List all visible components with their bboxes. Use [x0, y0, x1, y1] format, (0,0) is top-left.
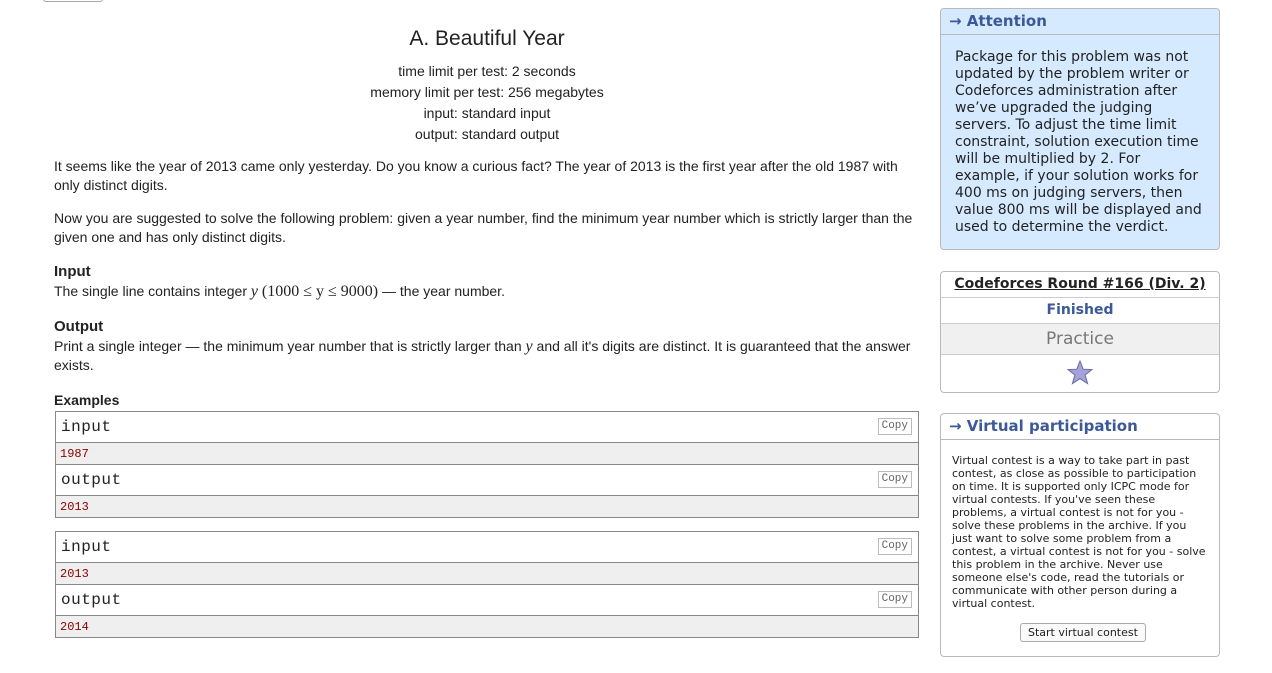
legend-paragraph-1: It seems like the year of 2013 came only…	[54, 158, 898, 193]
virtual-title: → Virtual participation	[941, 414, 1219, 440]
problem-header: A. Beautiful Year time limit per test: 2…	[54, 27, 920, 145]
input-specification: The single line contains integer y (1000…	[54, 282, 920, 301]
copy-input-button[interactable]: Copy	[877, 538, 912, 555]
problem-title: A. Beautiful Year	[409, 27, 565, 50]
example-input-header: input Copy	[56, 532, 918, 563]
start-virtual-contest-button[interactable]: Start virtual contest	[1020, 623, 1146, 642]
example-input-body: 2013	[56, 563, 918, 585]
examples-title: Examples	[54, 392, 120, 408]
time-limit: time limit per test: 2 seconds	[398, 63, 576, 79]
example-output-value: 2014	[60, 620, 89, 634]
legend-paragraph-2: Now you are suggested to solve the follo…	[54, 210, 913, 245]
example-input-header: input Copy	[56, 412, 918, 443]
contest-status: Finished	[941, 298, 1219, 324]
input-label: input	[61, 538, 112, 556]
output-label: output	[61, 471, 122, 489]
example-input-value: 2013	[60, 567, 89, 581]
output-section-title: Output	[54, 318, 104, 335]
input-variable: y	[250, 283, 259, 300]
favourite-star-button[interactable]	[941, 355, 1219, 391]
output-specification: Print a single integer — the minimum yea…	[54, 337, 920, 375]
input-text-after: — the year number.	[378, 283, 505, 299]
output-text-before: Print a single integer — the minimum yea…	[54, 338, 526, 354]
example-2: input Copy 2013 output Copy 2014	[55, 531, 919, 638]
memory-limit: memory limit per test: 256 megabytes	[370, 84, 604, 100]
input-range: (1000 ≤ y ≤ 9000)	[261, 283, 379, 300]
input-file: input: standard input	[423, 105, 551, 121]
example-1: input Copy 1987 output Copy 2013	[55, 411, 919, 518]
attention-title: → Attention	[941, 9, 1219, 35]
star-icon	[1067, 360, 1093, 385]
output-file: output: standard output	[415, 126, 559, 142]
virtual-text: Virtual contest is a way to take part in…	[952, 454, 1206, 610]
example-output-header: output Copy	[56, 585, 918, 616]
output-label: output	[61, 591, 122, 609]
example-input-body: 1987	[56, 443, 918, 465]
attention-box: → Attention Package for this problem was…	[940, 8, 1220, 250]
copy-input-button[interactable]: Copy	[877, 418, 912, 435]
example-output-body: 2014	[56, 616, 918, 637]
example-input-value: 1987	[60, 447, 89, 461]
output-variable: y	[525, 338, 533, 355]
virtual-participation-box: → Virtual participation Virtual contest …	[940, 413, 1220, 657]
contest-name-link[interactable]: Codeforces Round #166 (Div. 2)	[941, 272, 1219, 298]
contest-phase: Practice	[941, 324, 1219, 355]
input-text-before: The single line contains integer	[54, 283, 251, 299]
copy-output-button[interactable]: Copy	[877, 471, 912, 488]
input-section-title: Input	[54, 263, 91, 280]
example-output-body: 2013	[56, 496, 918, 517]
problem-statement: A. Beautiful Year time limit per test: 2…	[54, 0, 920, 638]
contest-box: Codeforces Round #166 (Div. 2) Finished …	[940, 271, 1220, 393]
attention-text: Package for this problem was not updated…	[955, 49, 1202, 235]
example-output-value: 2013	[60, 500, 89, 514]
input-label: input	[61, 418, 112, 436]
copy-output-button[interactable]: Copy	[877, 591, 912, 608]
example-output-header: output Copy	[56, 465, 918, 496]
